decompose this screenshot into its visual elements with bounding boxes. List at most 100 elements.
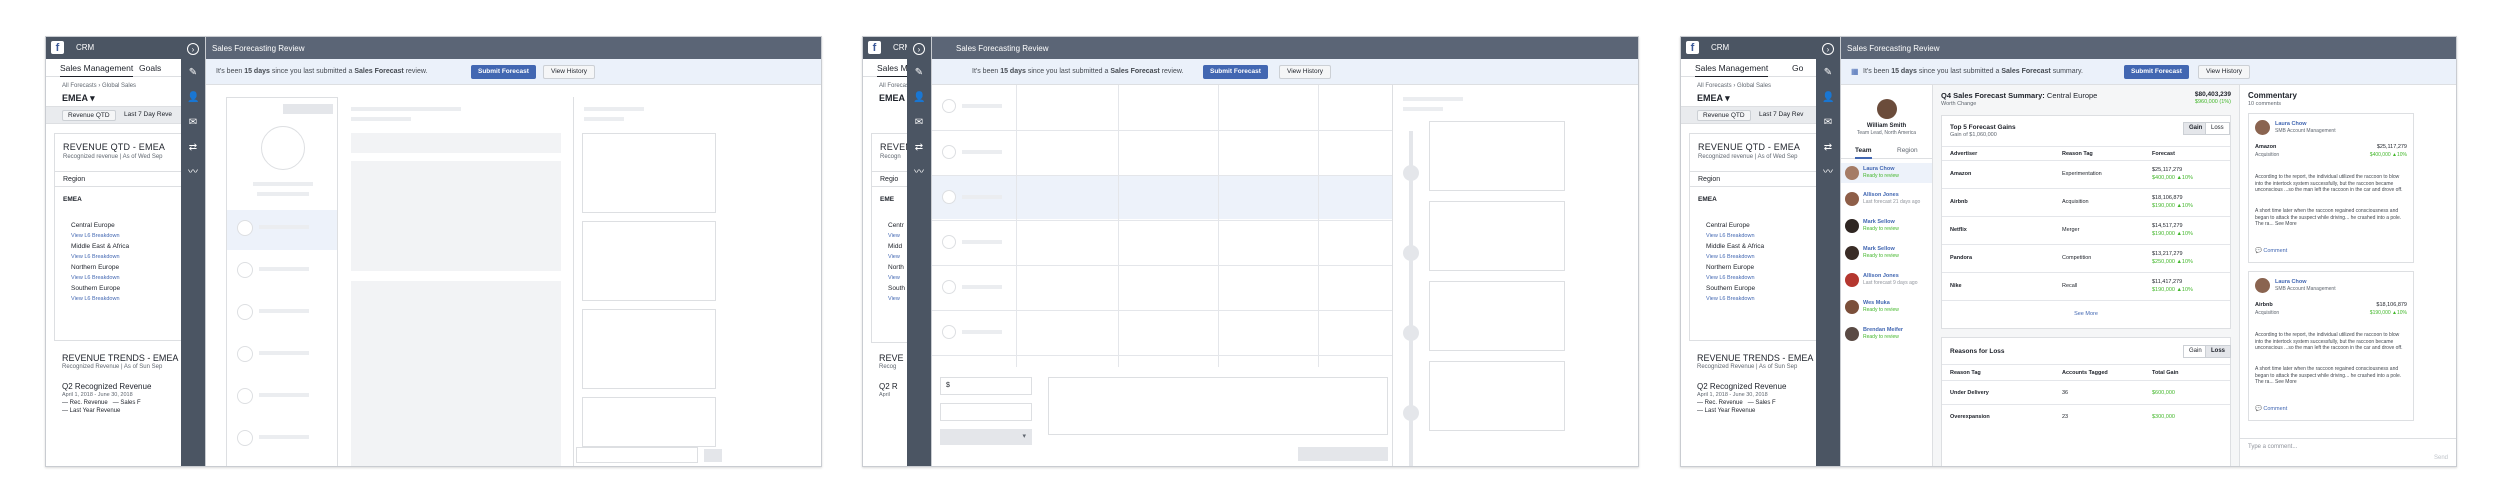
- tab-team[interactable]: Team: [1855, 147, 1872, 159]
- gains-row[interactable]: Airbnb Acquisition $18,106,879 $190,000 …: [1942, 188, 2230, 216]
- link-l6-breakdown[interactable]: View L6 Breakdown: [1706, 275, 1755, 281]
- toggle-loss[interactable]: Loss: [2205, 345, 2232, 358]
- link-view[interactable]: View: [888, 296, 900, 302]
- trend-icon[interactable]: 〰: [1822, 167, 1834, 179]
- add-user-icon[interactable]: 👤: [1822, 92, 1834, 104]
- commenter-name[interactable]: Laura Chow: [2275, 121, 2306, 127]
- tab-region[interactable]: Region: [1897, 147, 1918, 154]
- swap-icon[interactable]: ⇄: [1822, 142, 1834, 154]
- chevron-right-icon[interactable]: ›: [187, 43, 199, 55]
- toggle-loss[interactable]: Loss: [2205, 122, 2230, 135]
- amount-input[interactable]: $: [940, 377, 1032, 395]
- comment-action[interactable]: 💬 Comment: [2255, 248, 2287, 254]
- add-user-icon[interactable]: 👤: [913, 92, 925, 104]
- breadcrumb-all-forecasts[interactable]: All Forecasts: [1697, 83, 1732, 89]
- member-status: Ready to review: [1863, 226, 1899, 232]
- swap-icon[interactable]: ⇄: [913, 142, 925, 154]
- link-view[interactable]: View: [888, 275, 900, 281]
- edit-icon[interactable]: ✎: [913, 67, 925, 79]
- mail-icon[interactable]: ✉: [1822, 117, 1834, 129]
- comment-input[interactable]: Type a comment...: [2248, 444, 2297, 450]
- nav-tab-goals[interactable]: Go: [1792, 63, 1803, 73]
- review-sidebar: › ✎ 👤 ✉ ⇄ 〰: [907, 37, 931, 466]
- region-selector[interactable]: EMEA ▾: [62, 93, 95, 104]
- text-input[interactable]: [940, 403, 1032, 421]
- mail-icon[interactable]: ✉: [913, 117, 925, 129]
- add-user-icon[interactable]: 👤: [187, 92, 199, 104]
- col-reason-tag: Reason Tag: [1950, 370, 1981, 376]
- gains-row[interactable]: Pandora Competition $13,217,279 $250,000…: [1942, 244, 2230, 272]
- swap-icon[interactable]: ⇄: [187, 142, 199, 154]
- q2-title: Q2 Recognized Revenue: [1697, 382, 1787, 391]
- view-history-button[interactable]: View History: [2198, 65, 2251, 79]
- nav-tab-sales-management[interactable]: Sales Management: [1695, 63, 1769, 78]
- skeleton-send-button[interactable]: [704, 449, 722, 462]
- breadcrumb-global-sales[interactable]: Global Sales: [102, 83, 136, 89]
- grid-line: [932, 130, 1392, 131]
- send-button[interactable]: Send: [2434, 455, 2448, 461]
- commenter-name[interactable]: Laura Chow: [2275, 279, 2306, 285]
- row-total: $600,000: [2152, 390, 2175, 396]
- mail-icon[interactable]: ✉: [187, 117, 199, 129]
- team-member[interactable]: Wes Muka Ready to review: [1845, 298, 1929, 318]
- filter-last-7-day[interactable]: Last 7 Day Rev: [1759, 111, 1803, 118]
- filter-chip-revenue-qtd[interactable]: Revenue QTD: [1697, 110, 1751, 121]
- row-north: North: [888, 264, 904, 271]
- see-more-link[interactable]: See More: [1942, 300, 2230, 328]
- nav-tab-sales-management[interactable]: Sales Management: [60, 63, 134, 78]
- dropdown-select[interactable]: ▾: [940, 429, 1032, 445]
- comment-action[interactable]: 💬 Comment: [2255, 406, 2287, 412]
- team-member[interactable]: Brendan Meifer Ready to review: [1845, 325, 1929, 345]
- gains-row[interactable]: Nike Recall $11,417,279 $190,000 ▲10%: [1942, 272, 2230, 300]
- trend-icon[interactable]: 〰: [187, 167, 199, 179]
- skeleton-comment-input[interactable]: [576, 447, 698, 463]
- submit-forecast-button[interactable]: Submit Forecast: [2124, 65, 2189, 79]
- breadcrumb-global-sales[interactable]: Global Sales: [1737, 83, 1771, 89]
- skeleton-line: [257, 192, 309, 196]
- link-view[interactable]: View: [888, 233, 900, 239]
- team-member[interactable]: Laura Chow Ready to review: [1845, 164, 1929, 184]
- link-l6-breakdown[interactable]: View L6 Breakdown: [71, 254, 120, 260]
- filter-chip-revenue-qtd[interactable]: Revenue QTD: [62, 110, 116, 121]
- link-l6-breakdown[interactable]: View L6 Breakdown: [1706, 233, 1755, 239]
- edit-icon[interactable]: ✎: [187, 67, 199, 79]
- link-l6-breakdown[interactable]: View L6 Breakdown: [71, 233, 120, 239]
- commenter-role: SMB Account Management: [2275, 286, 2336, 292]
- team-member[interactable]: Allison Jones Last forecast 21 days ago: [1845, 190, 1929, 210]
- team-member[interactable]: Mark Sellow Ready to review: [1845, 217, 1929, 237]
- team-member[interactable]: Mark Sellow Ready to review: [1845, 244, 1929, 264]
- region-selector[interactable]: EMEA ▾: [1697, 93, 1730, 104]
- submit-forecast-button[interactable]: Submit Forecast: [1203, 65, 1268, 79]
- col-total-gain: Total Gain: [2152, 370, 2179, 376]
- view-history-button[interactable]: View History: [543, 65, 596, 79]
- link-l6-breakdown[interactable]: View L6 Breakdown: [1706, 296, 1755, 302]
- breadcrumb-all-forecasts[interactable]: All Forecasts: [62, 83, 97, 89]
- toggle-gain[interactable]: Gain: [2183, 345, 2208, 358]
- loss-title: Reasons for Loss: [1950, 348, 2005, 355]
- nav-tab-goals[interactable]: Goals: [139, 63, 161, 73]
- team-member[interactable]: Allison Jones Last forecast 9 days ago: [1845, 271, 1929, 291]
- view-history-button[interactable]: View History: [1279, 65, 1332, 79]
- loss-row[interactable]: Overexpansion 23 $300,000: [1942, 404, 2230, 428]
- skeleton-avatar: [261, 126, 305, 170]
- skeleton-avatar: [942, 280, 956, 294]
- comment-textarea[interactable]: [1048, 377, 1388, 435]
- chevron-right-icon[interactable]: ›: [913, 43, 925, 55]
- commenter-role: SMB Account Management: [2275, 128, 2336, 134]
- msg-end: review.: [403, 68, 428, 75]
- gains-row[interactable]: Netflix Merger $14,517,279 $190,000 ▲10%: [1942, 216, 2230, 244]
- link-l6-breakdown[interactable]: View L6 Breakdown: [71, 296, 120, 302]
- filter-last-7-day[interactable]: Last 7 Day Reve: [124, 111, 172, 118]
- link-l6-breakdown[interactable]: View L6 Breakdown: [1706, 254, 1755, 260]
- trend-icon[interactable]: 〰: [913, 167, 925, 179]
- link-l6-breakdown[interactable]: View L6 Breakdown: [71, 275, 120, 281]
- edit-icon[interactable]: ✎: [1822, 67, 1834, 79]
- link-view[interactable]: View: [888, 254, 900, 260]
- row-middle-east: Middle East & Africa: [71, 243, 130, 250]
- submit-button-skeleton[interactable]: [1298, 447, 1388, 461]
- gains-subtitle: Gain of $1,060,000: [1950, 132, 1997, 138]
- submit-forecast-button[interactable]: Submit Forecast: [471, 65, 536, 79]
- loss-row[interactable]: Under Delivery 36 $600,000: [1942, 380, 2230, 404]
- chevron-right-icon[interactable]: ›: [1822, 43, 1834, 55]
- gains-row[interactable]: Amazon Experimentation $25,117,279 $400,…: [1942, 160, 2230, 188]
